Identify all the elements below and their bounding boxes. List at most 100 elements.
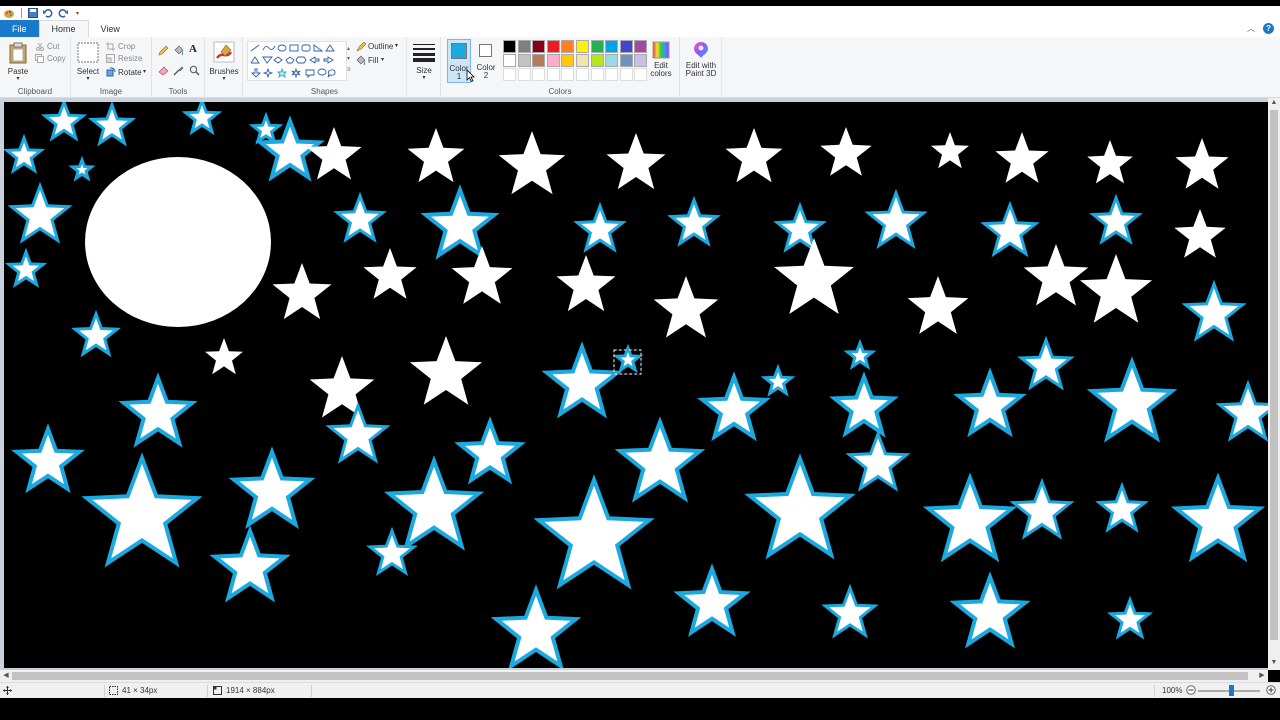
paste-icon: [9, 42, 27, 64]
palette-custom-slot[interactable]: [517, 68, 531, 81]
palette-swatch[interactable]: [503, 54, 516, 67]
zoom-in-icon[interactable]: [1266, 685, 1276, 695]
image-size-text: 1914 × 884px: [226, 686, 275, 695]
scroll-down-icon[interactable]: ▼: [1268, 659, 1280, 669]
ribbon: Paste ▾ Cut Copy Clipboard Select ▾ Crop: [0, 37, 1280, 98]
magnifier-icon[interactable]: [189, 65, 200, 79]
color-picker-icon[interactable]: [173, 65, 184, 79]
paint3d-group: Edit with Paint 3D: [680, 37, 722, 98]
palette-custom-slot[interactable]: [503, 68, 516, 81]
palette-swatch[interactable]: [619, 40, 633, 53]
select-button[interactable]: [77, 42, 99, 67]
tab-view[interactable]: View: [89, 20, 132, 37]
palette-swatch[interactable]: [561, 54, 575, 67]
drawing-canvas[interactable]: [4, 102, 1268, 668]
eraser-icon[interactable]: [158, 65, 169, 79]
status-bar: 41 × 34px 1914 × 884px 100%: [0, 682, 1280, 698]
shapes-expand-icon[interactable]: ≡: [347, 67, 351, 73]
outline-dropdown-icon[interactable]: ▾: [395, 42, 398, 49]
scroll-right-icon[interactable]: ▶: [1257, 670, 1267, 682]
scroll-up-icon[interactable]: ▲: [1268, 99, 1280, 109]
horizontal-scrollbar[interactable]: ◀ ▶: [0, 670, 1268, 682]
rotate-button[interactable]: Rotate: [118, 68, 142, 77]
crop-icon: [106, 42, 115, 54]
copy-button[interactable]: Copy: [47, 54, 66, 63]
paste-dropdown-icon[interactable]: ▾: [12, 75, 24, 82]
outline-icon: [356, 41, 367, 55]
palette-swatch[interactable]: [576, 54, 589, 67]
palette-custom-slot[interactable]: [546, 68, 560, 81]
crop-button[interactable]: Crop: [118, 42, 135, 51]
tab-file[interactable]: File: [0, 20, 39, 37]
cut-button[interactable]: Cut: [47, 42, 59, 51]
palette-swatch[interactable]: [532, 40, 546, 53]
fill-button[interactable]: Fill: [368, 56, 378, 65]
fill-dropdown-icon[interactable]: ▾: [381, 56, 384, 63]
palette-swatch[interactable]: [634, 40, 648, 53]
redo-icon[interactable]: [56, 7, 69, 19]
palette-swatch[interactable]: [517, 54, 531, 67]
palette-swatch[interactable]: [561, 40, 575, 53]
color2-button[interactable]: Color 2: [474, 39, 498, 83]
undo-icon[interactable]: [41, 7, 54, 19]
palette-swatch[interactable]: [619, 54, 633, 67]
status-separator: [1154, 685, 1155, 697]
zoom-slider-thumb[interactable]: [1229, 685, 1234, 696]
brushes-dropdown-icon[interactable]: ▾: [218, 75, 230, 82]
tab-home[interactable]: Home: [38, 20, 89, 37]
vertical-scrollbar[interactable]: ▲ ▼: [1268, 98, 1280, 670]
size-button[interactable]: [413, 43, 435, 66]
palette-custom-slot[interactable]: [561, 68, 575, 81]
help-icon[interactable]: ?: [1263, 23, 1274, 34]
horizontal-scroll-thumb[interactable]: [12, 672, 1248, 680]
palette-custom-slot[interactable]: [619, 68, 633, 81]
text-tool-icon[interactable]: A: [189, 43, 197, 55]
resize-button[interactable]: Resize: [118, 54, 142, 63]
edit-colors-label-2: colors: [650, 69, 672, 78]
palette-custom-slot[interactable]: [576, 68, 589, 81]
edit-colors-button[interactable]: [652, 41, 670, 62]
clipboard-group-label: Clipboard: [17, 87, 53, 96]
shapes-gallery[interactable]: [247, 41, 347, 81]
palette-swatch[interactable]: [546, 54, 560, 67]
scroll-left-icon[interactable]: ◀: [1, 670, 11, 682]
fill-bucket-icon[interactable]: [173, 45, 184, 59]
palette-swatch[interactable]: [605, 40, 619, 53]
app-icon[interactable]: [2, 7, 15, 19]
scissors-icon: [36, 42, 44, 54]
edit-with-paint3d-button[interactable]: [692, 41, 710, 62]
shapes-scroll-up-icon[interactable]: ▴: [347, 45, 350, 52]
pencil-icon[interactable]: [158, 45, 169, 59]
copy-icon: [35, 54, 44, 66]
cursor-position-icon: [3, 686, 12, 695]
color2-number: 2: [483, 71, 489, 80]
palette-swatch[interactable]: [590, 40, 604, 53]
palette-swatch[interactable]: [532, 54, 546, 67]
taskbar-strip: [0, 698, 1280, 720]
select-dropdown-icon[interactable]: ▾: [82, 75, 94, 82]
shapes-scroll-down-icon[interactable]: ▾: [347, 55, 350, 62]
outline-button[interactable]: Outline: [368, 42, 393, 51]
collapse-ribbon-icon[interactable]: ︿: [1247, 23, 1255, 34]
vertical-scroll-thumb[interactable]: [1270, 110, 1278, 640]
rotate-dropdown-icon[interactable]: ▾: [143, 68, 146, 75]
palette-custom-slot[interactable]: [605, 68, 619, 81]
palette-swatch[interactable]: [503, 40, 516, 53]
palette-swatch[interactable]: [605, 54, 619, 67]
palette-swatch[interactable]: [576, 40, 589, 53]
brushes-group: Brushes ▾: [205, 37, 243, 98]
size-dropdown-icon[interactable]: ▾: [418, 74, 430, 81]
brushes-button[interactable]: [213, 41, 235, 66]
paste-button[interactable]: [9, 42, 27, 67]
palette-swatch[interactable]: [590, 54, 604, 67]
palette-swatch[interactable]: [546, 40, 560, 53]
selection-size: 41 × 34px: [109, 686, 157, 695]
palette-custom-slot[interactable]: [532, 68, 546, 81]
title-bar: ▾: [0, 6, 1280, 20]
save-icon[interactable]: [26, 7, 39, 19]
zoom-out-icon[interactable]: [1186, 685, 1196, 695]
palette-custom-slot[interactable]: [590, 68, 604, 81]
palette-swatch[interactable]: [517, 40, 531, 53]
rotate-icon: [106, 67, 116, 80]
customize-toolbar-icon[interactable]: ▾: [71, 7, 84, 19]
